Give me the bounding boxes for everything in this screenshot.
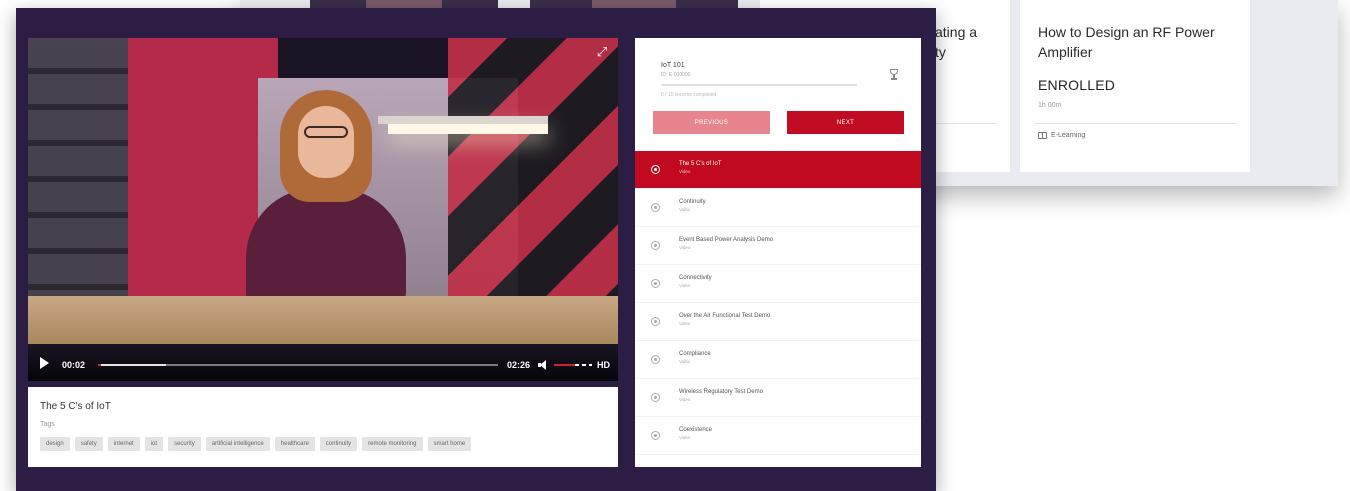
presenter-glasses — [304, 126, 348, 138]
play-circle-icon — [651, 279, 660, 288]
course-progress-text: 0 / 10 lessons completed — [661, 92, 717, 98]
video-controls: 00:02 02:26 HD — [28, 343, 618, 381]
video-scene-shelf — [378, 116, 548, 124]
lesson-item[interactable]: Event Based Power Analysis Demo Video — [635, 227, 921, 265]
video-player[interactable]: ⤢ 00:02 02:26 HD — [28, 38, 618, 381]
tag-chip[interactable]: internet — [107, 437, 140, 451]
play-circle-icon — [651, 203, 660, 212]
lesson-item-type: Video — [679, 359, 691, 364]
enrollment-status: ENROLLED — [1038, 77, 1116, 93]
presenter-face — [298, 106, 354, 178]
next-button[interactable]: NEXT — [787, 111, 904, 134]
lesson-panel: IoT 101 ID: E-000000 0 / 10 lessons comp… — [635, 38, 921, 467]
lesson-item-title: Over the Air Functional Test Demo — [679, 313, 771, 319]
screenshot-root: ating a ty How to Design an RF Power Amp… — [0, 0, 1350, 491]
play-circle-icon — [651, 241, 660, 250]
tag-chip[interactable]: remote monitoring — [362, 437, 423, 451]
tag-chip[interactable]: continuity — [319, 437, 358, 451]
seek-bar-buffered — [98, 364, 166, 366]
play-circle-icon — [651, 431, 660, 440]
tag-chip[interactable]: design — [40, 437, 70, 451]
trophy-base — [891, 78, 897, 80]
lesson-item-type: Video — [679, 283, 691, 288]
quality-button[interactable]: HD — [597, 360, 610, 370]
divider — [1034, 123, 1236, 124]
trophy-icon — [889, 69, 899, 81]
lesson-item-title: Continuity — [679, 199, 706, 205]
tag-chip[interactable]: healthcare — [274, 437, 315, 451]
course-card[interactable]: How to Design an RF Power Amplifier ENRO… — [1020, 0, 1250, 172]
lesson-item-title: Event Based Power Analysis Demo — [679, 237, 774, 243]
tag-list: design safety internet iot security artificia… — [40, 437, 472, 451]
seek-bar-progress — [98, 364, 101, 366]
fullscreen-icon[interactable]: ⤢ — [596, 45, 608, 58]
lesson-item-type: Video — [679, 169, 691, 174]
lesson-item-title: Wireless Regulatory Test Demo — [679, 389, 763, 395]
lesson-item[interactable]: Compliance Video — [635, 341, 921, 379]
play-circle-icon — [651, 393, 660, 402]
lesson-item-title: Compliance — [679, 351, 711, 357]
lesson-item-title: Connectivity — [679, 275, 712, 281]
seek-bar[interactable] — [98, 364, 498, 366]
volume-icon[interactable] — [538, 360, 548, 370]
course-duration: 1h 00m — [1038, 102, 1062, 109]
tag-chip[interactable]: safety — [74, 437, 103, 451]
tag-chip[interactable]: smart home — [427, 437, 472, 451]
lesson-item-title: Coexistence — [679, 427, 713, 433]
volume-level — [554, 364, 575, 366]
play-circle-icon — [651, 165, 660, 174]
lesson-list: The 5 C's of IoT Video Continuity Video Even… — [635, 151, 921, 455]
course-player-modal: ⤢ 00:02 02:26 HD The 5 C's of IoT Tags d… — [16, 8, 936, 491]
video-scene-lamp — [388, 124, 548, 134]
lesson-item-type: Video — [679, 435, 691, 440]
play-circle-icon — [651, 317, 660, 326]
tag-chip[interactable]: artificial intelligence — [205, 437, 270, 451]
volume-slider[interactable] — [554, 364, 592, 366]
tags-label: Tags — [40, 421, 55, 428]
total-time: 02:26 — [506, 360, 530, 370]
lesson-item[interactable]: Over the Air Functional Test Demo Video — [635, 303, 921, 341]
lesson-item-type: Video — [679, 397, 691, 402]
presenter-body — [246, 188, 406, 303]
previous-button[interactable]: PREVIOUS — [653, 111, 770, 134]
lesson-item[interactable]: Coexistence Video — [635, 417, 921, 455]
course-title: IoT 101 — [661, 62, 685, 69]
course-progress-bar — [661, 84, 857, 86]
play-icon[interactable] — [40, 357, 49, 369]
lesson-title: The 5 C's of IoT — [40, 401, 111, 412]
course-kind: E-Learning — [1038, 132, 1085, 139]
lesson-item-type: Video — [679, 321, 691, 326]
lesson-info: The 5 C's of IoT Tags design safety intern… — [28, 387, 618, 467]
video-scene-desk — [28, 296, 618, 344]
tag-chip[interactable]: iot — [144, 437, 164, 451]
book-icon — [1038, 132, 1047, 139]
course-id: ID: E-000000 — [661, 72, 691, 78]
tag-chip[interactable]: security — [168, 437, 201, 451]
lesson-item[interactable]: The 5 C's of IoT Video — [635, 151, 921, 189]
lesson-item[interactable]: Connectivity Video — [635, 265, 921, 303]
lesson-item-type: Video — [679, 245, 691, 250]
current-time: 00:02 — [62, 360, 86, 370]
video-scene-stripes — [448, 38, 618, 338]
lesson-item-type: Video — [679, 207, 691, 212]
play-circle-icon — [651, 355, 660, 364]
course-kind-label: E-Learning — [1051, 132, 1086, 139]
lesson-item[interactable]: Continuity Video — [635, 189, 921, 227]
lesson-item-title: The 5 C's of IoT — [679, 161, 722, 167]
course-card-title: How to Design an RF Power Amplifier — [1038, 24, 1215, 60]
lesson-item[interactable]: Wireless Regulatory Test Demo Video — [635, 379, 921, 417]
video-frame — [28, 38, 618, 381]
